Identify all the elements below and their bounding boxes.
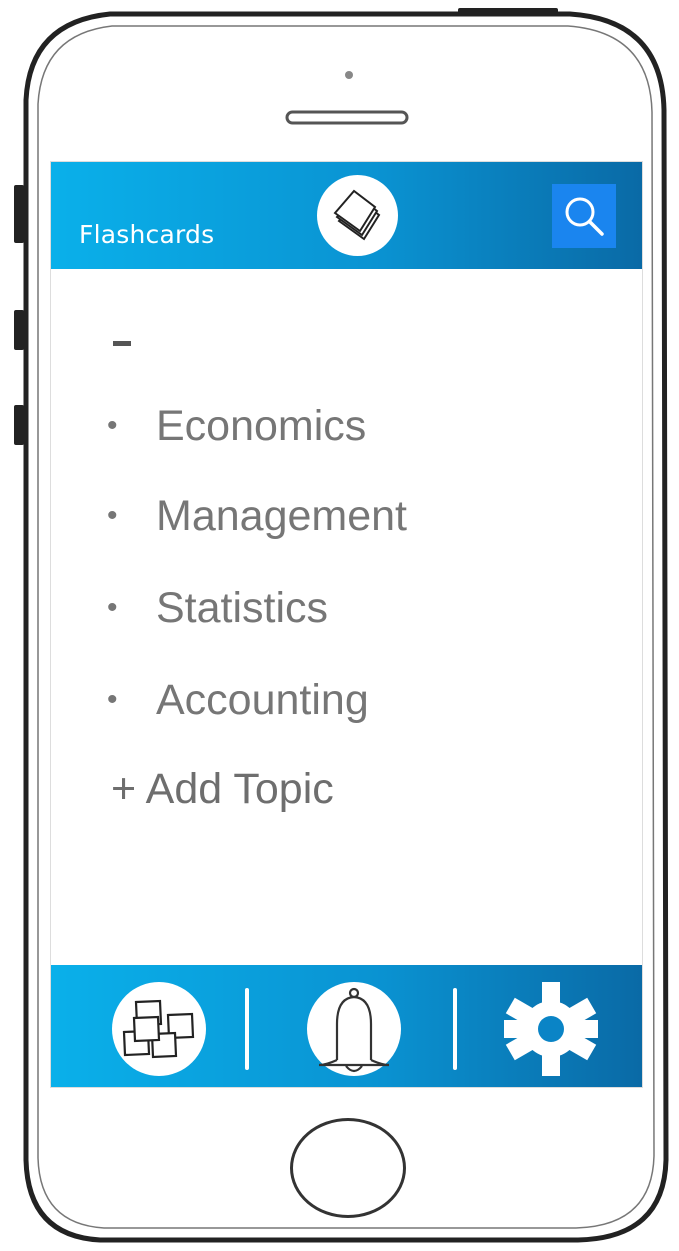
app-header: Flashcards bbox=[51, 162, 642, 269]
bullet-icon: • bbox=[107, 409, 118, 442]
home-button[interactable] bbox=[290, 1118, 406, 1218]
add-topic-button[interactable]: + Add Topic bbox=[111, 759, 334, 819]
phone-mockup: Flashcards • Economics • Management • St… bbox=[0, 0, 679, 1251]
topic-item-statistics[interactable]: • Statistics bbox=[107, 578, 527, 638]
nav-divider bbox=[453, 988, 457, 1070]
cards-icon bbox=[122, 999, 195, 1059]
topic-item-economics[interactable]: • Economics bbox=[107, 396, 527, 456]
gear-icon bbox=[504, 982, 598, 1076]
topic-list: • Economics • Management • Statistics • Acco… bbox=[51, 269, 642, 965]
topic-item-accounting[interactable]: • Accounting bbox=[107, 670, 527, 730]
bullet-icon: • bbox=[107, 683, 118, 716]
search-button[interactable] bbox=[552, 184, 616, 248]
topic-item-management[interactable]: • Management bbox=[107, 486, 527, 546]
flashcards-stack-icon bbox=[317, 175, 398, 256]
nav-cards-button[interactable] bbox=[112, 982, 206, 1076]
nav-divider bbox=[245, 988, 249, 1070]
collapse-marker[interactable] bbox=[113, 341, 131, 346]
bell-icon bbox=[318, 987, 390, 1073]
app-title: Flashcards bbox=[79, 220, 215, 249]
search-icon bbox=[565, 197, 604, 236]
topic-label: Statistics bbox=[156, 584, 329, 632]
bottom-nav bbox=[51, 965, 642, 1087]
nav-notifications-button[interactable] bbox=[307, 982, 401, 1076]
topic-label: Economics bbox=[156, 402, 367, 450]
bullet-icon: • bbox=[107, 499, 118, 532]
bullet-icon: • bbox=[107, 591, 118, 624]
topic-label: Management bbox=[156, 492, 407, 540]
nav-settings-button[interactable] bbox=[504, 982, 598, 1076]
topic-label: Accounting bbox=[156, 676, 369, 724]
